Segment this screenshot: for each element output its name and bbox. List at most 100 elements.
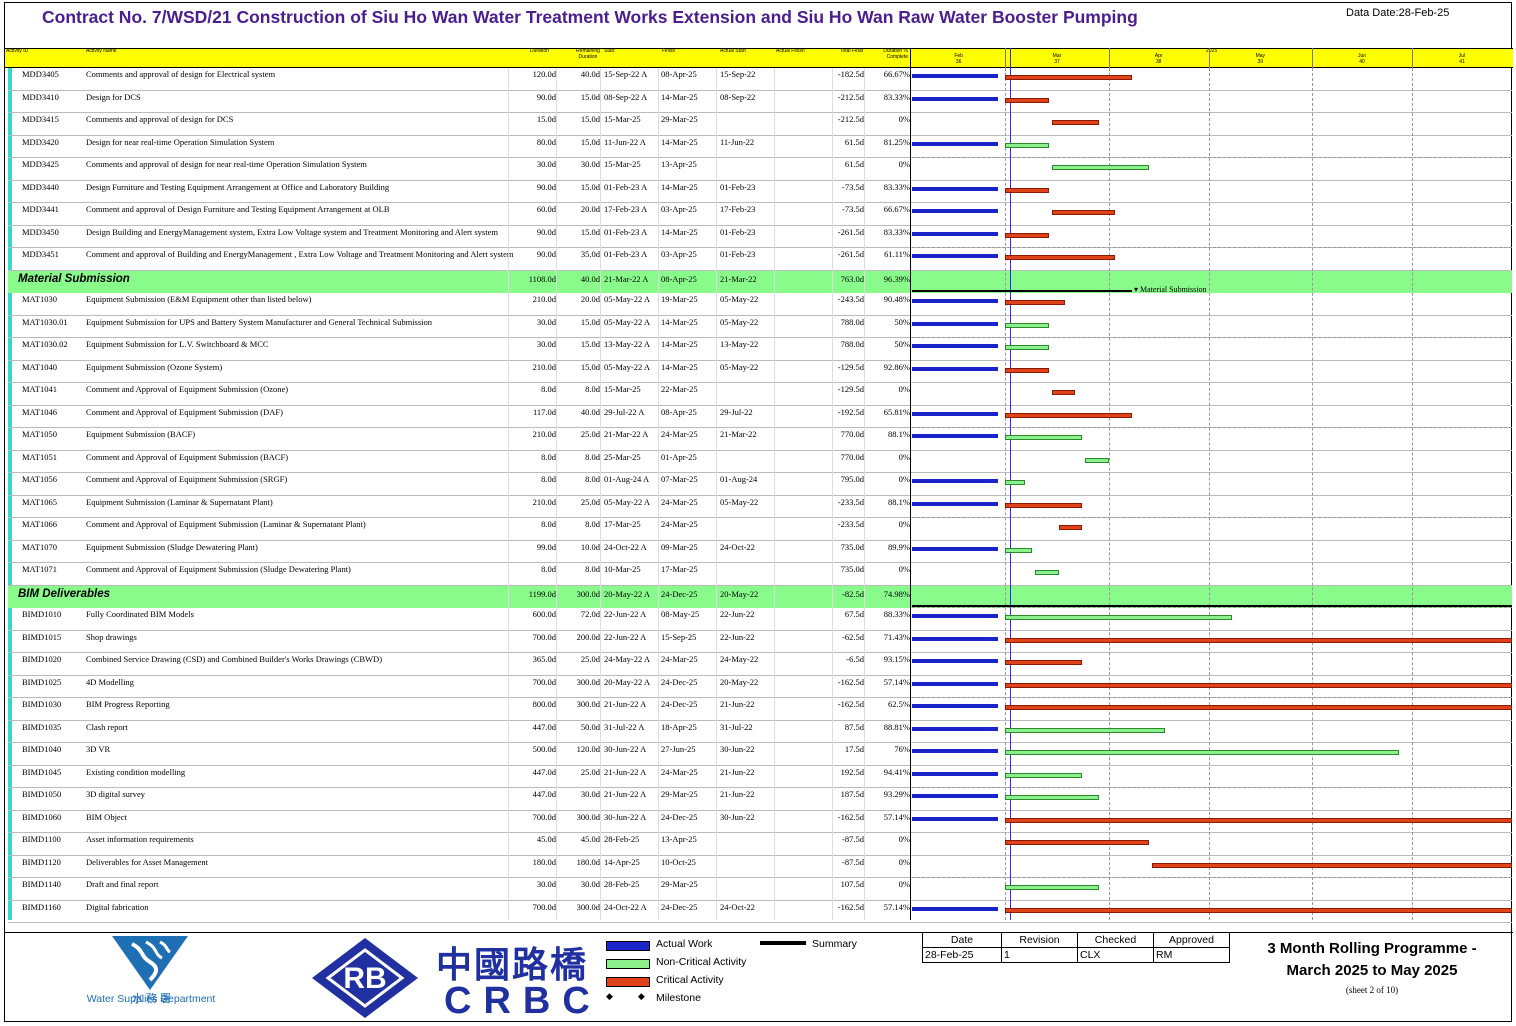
finish-date: 13-Apr-25 xyxy=(661,159,697,169)
activity-row[interactable]: BIMD1045 Existing condition modelling 447.… xyxy=(8,766,1512,788)
total-float: 763.0d xyxy=(840,273,864,284)
activity-row[interactable]: MDD3420 Design for near real-time Operati… xyxy=(8,136,1512,158)
total-float: -87.5d xyxy=(842,856,864,867)
remaining-duration: 8.0d xyxy=(585,474,600,484)
remaining-duration: 72.0d xyxy=(580,609,600,619)
activity-row[interactable]: MAT1030 Equipment Submission (E&M Equipme… xyxy=(8,293,1512,316)
critical-activity-bar xyxy=(1005,187,1049,193)
start-date: 13-May-22 A xyxy=(604,339,651,349)
timeline-week-label: 39 xyxy=(1257,59,1264,65)
activity-row[interactable]: MDD3441 Comment and approval of Design Fu… xyxy=(8,203,1512,226)
activity-row[interactable]: MAT1040 Equipment Submission (Ozone Syste… xyxy=(8,361,1512,383)
activity-row[interactable]: MAT1071 Comment and Approval of Equipment… xyxy=(8,563,1512,586)
activity-row[interactable]: MDD3451 Comment and approval of Building … xyxy=(8,248,1512,271)
actual-work-bar xyxy=(912,771,998,776)
critical-activity-bar xyxy=(1052,210,1116,216)
activity-row[interactable]: MDD3450 Design Building and EnergyManagem… xyxy=(8,226,1512,248)
milestone-icon: ◆ ◆ xyxy=(606,991,645,1001)
timeline-week-label: 37 xyxy=(1054,59,1060,65)
finish-date: 24-Dec-25 xyxy=(661,588,698,599)
total-float: 87.5d xyxy=(844,721,864,732)
activity-row[interactable]: BIMD1020 Combined Service Drawing (CSD) a… xyxy=(8,653,1512,676)
finish-date: 09-Mar-25 xyxy=(661,541,698,552)
activity-row[interactable]: MDD3440 Design Furniture and Testing Equi… xyxy=(8,181,1512,203)
start-date: 17-Feb-23 A xyxy=(604,204,648,214)
activity-name: Comment and approval of Building and Ene… xyxy=(86,249,514,259)
activity-row[interactable]: MAT1056 Comment and Approval of Equipment… xyxy=(8,473,1512,496)
total-float: 788.0d xyxy=(840,339,864,349)
start-date: 21-Mar-22 A xyxy=(604,273,649,284)
activity-row[interactable]: MDD3405 Comments and approval of design f… xyxy=(8,68,1512,91)
total-float: 192.5d xyxy=(840,766,864,777)
activity-row[interactable]: MDD3410 Design for DCS 90.0d 15.0d 08-Sep-22… xyxy=(8,91,1512,113)
activity-row[interactable]: BIMD1035 Clash report 447.0d 50.0d 31-Jul-22… xyxy=(8,721,1512,743)
critical-activity-bar xyxy=(1005,907,1512,913)
activity-row[interactable]: BIMD1100 Asset information requirements 45… xyxy=(8,833,1512,856)
activity-row[interactable]: MAT1030.01 Equipment Submission for UPS a… xyxy=(8,316,1512,338)
percent-complete: 83.33% xyxy=(883,91,910,102)
column-divider xyxy=(600,68,601,920)
activity-row[interactable]: MDD3415 Comments and approval of design f… xyxy=(8,113,1512,136)
actual-work-bar xyxy=(912,546,998,551)
start-date: 22-Jun-22 A xyxy=(604,609,647,619)
activity-id: MDD3451 xyxy=(22,249,59,259)
percent-complete: 88.81% xyxy=(883,721,910,732)
percent-complete: 89.9% xyxy=(888,541,910,552)
total-float: 17.5d xyxy=(844,744,864,754)
activity-name: Digital fabrication xyxy=(86,901,149,912)
duration: 180.0d xyxy=(532,856,556,867)
activity-row[interactable]: BIMD1140 Draft and final report 30.0d 30.0d… xyxy=(8,878,1512,901)
actual-start: 11-Jun-22 xyxy=(720,136,755,147)
finish-date: 24-Dec-25 xyxy=(661,901,698,912)
activity-row[interactable]: MAT1050 Equipment Submission (BACF) 210.0d… xyxy=(8,428,1512,451)
percent-complete: 0% xyxy=(898,834,910,844)
finish-date: 19-Mar-25 xyxy=(661,294,698,304)
activity-row[interactable]: MAT1065 Equipment Submission (Laminar & S… xyxy=(8,496,1512,518)
activity-row[interactable]: MAT1046 Comment and Approval of Equipment… xyxy=(8,406,1512,428)
activity-row[interactable]: BIMD1050 3D digital survey 447.0d 30.0d 21-J… xyxy=(8,788,1512,811)
activity-id: BIMD1025 xyxy=(22,676,62,687)
total-float: -82.5d xyxy=(842,588,864,599)
activity-row[interactable]: MAT1070 Equipment Submission (Sludge Dewa… xyxy=(8,541,1512,563)
summary-bar xyxy=(912,290,1132,292)
critical-activity-bar xyxy=(1052,120,1099,126)
activity-id: MDD3415 xyxy=(22,114,59,124)
remaining-duration: 20.0d xyxy=(580,294,600,304)
activity-id: BIMD1030 xyxy=(22,699,62,709)
percent-complete: 0% xyxy=(898,856,910,867)
activity-name: Comment and Approval of Equipment Submis… xyxy=(86,451,289,462)
activity-row[interactable]: MDD3425 Comments and approval of design f… xyxy=(8,158,1512,181)
actual-start: 21-Jun-22 xyxy=(720,699,755,709)
wbs-summary-row[interactable]: Material Submission 1108.0d 40.0d 21-Mar-22… xyxy=(8,270,1512,293)
critical-activity-bar xyxy=(1058,525,1082,531)
activity-name: Comment and Approval of Equipment Submis… xyxy=(86,474,288,484)
start-date: 01-Aug-24 A xyxy=(604,474,650,484)
percent-complete: 83.33% xyxy=(883,226,910,237)
finish-date: 03-Apr-25 xyxy=(661,249,697,259)
duration: 210.0d xyxy=(532,429,556,439)
actual-start: 01-Feb-23 xyxy=(720,249,756,259)
critical-activity-bar xyxy=(1005,97,1049,103)
actual-start: 21-Mar-22 xyxy=(720,273,757,284)
col-header-total-float: Total Float xyxy=(840,48,864,54)
activity-row[interactable]: MAT1066 Comment and Approval of Equipment… xyxy=(8,518,1512,541)
duration: 90.0d xyxy=(536,249,556,259)
activity-row[interactable]: MAT1051 Comment and Approval of Equipment… xyxy=(8,451,1512,473)
month-gridline xyxy=(1412,68,1413,920)
activity-name: Comment and Approval of Equipment Submis… xyxy=(86,406,283,417)
row-gridline xyxy=(912,607,1512,608)
total-float: -192.5d xyxy=(837,406,864,417)
start-date: 15-Mar-25 xyxy=(604,114,641,124)
finish-date: 14-Mar-25 xyxy=(661,136,698,147)
timeline-week-label: 36 xyxy=(955,59,962,65)
percent-complete: 83.33% xyxy=(883,181,910,192)
actual-start: 20-May-22 xyxy=(720,676,759,687)
activity-row[interactable]: MAT1041 Comment and Approval of Equipment… xyxy=(8,383,1512,406)
activity-row[interactable]: BIMD1010 Fully Coordinated BIM Models 600.… xyxy=(8,608,1512,631)
activity-name: Material Submission xyxy=(18,272,130,285)
start-date: 30-Jun-22 A xyxy=(604,744,647,754)
finish-date: 14-Mar-25 xyxy=(661,339,698,349)
activity-row[interactable]: MAT1030.02 Equipment Submission for L.V. … xyxy=(8,338,1512,361)
percent-complete: 0% xyxy=(898,384,910,394)
duration: 365.0d xyxy=(532,654,556,664)
